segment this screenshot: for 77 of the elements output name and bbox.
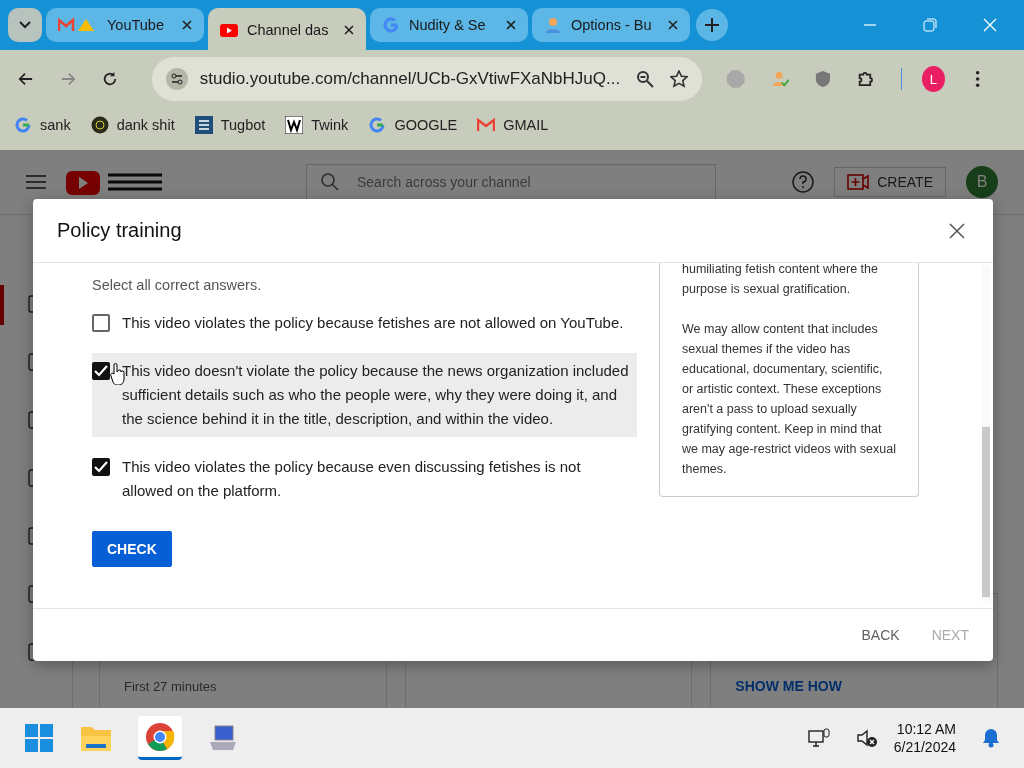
url-text: studio.youtube.com/channel/UCb-GxVtiwFXaNbHJuQ... [199, 69, 621, 89]
explanation-text: We may allow content that includes sexual themes if the video has educational, documentary, scientific, or artistic context. These exceptions aren't a pass to upload sexually gratifying content. Keep in mind that we may age-restrict videos with sexual themes. [682, 321, 896, 478]
bookmark[interactable]: GMAIL [477, 117, 549, 133]
circle-icon [90, 116, 109, 134]
instruction-text: Select all correct answers. [92, 277, 263, 293]
profile-avatar[interactable]: L [921, 66, 945, 92]
plus-icon [705, 18, 719, 32]
tab-title: Channel das [247, 22, 330, 38]
g-icon [368, 116, 387, 134]
checkbox[interactable] [92, 362, 110, 380]
menu-icon[interactable] [974, 69, 981, 89]
browser-tab[interactable]: Nudity & Se [370, 8, 528, 42]
bookmark[interactable]: Twink [285, 116, 349, 134]
address-bar[interactable]: studio.youtube.com/channel/UCb-GxVtiwFXaNbHJuQ... [151, 57, 703, 101]
g-icon [14, 116, 32, 134]
folder-icon[interactable] [80, 724, 112, 752]
clock-date: 6/21/2024 [893, 739, 956, 755]
browser-tab[interactable]: YouTube [46, 8, 204, 42]
search-icon [321, 173, 339, 191]
restore-icon[interactable] [923, 18, 937, 32]
clock-time: 10:12 AM [896, 721, 956, 737]
back-icon[interactable] [18, 70, 34, 88]
zoom-icon[interactable] [636, 70, 655, 88]
bookmark[interactable]: sank [14, 116, 71, 134]
start-icon[interactable] [24, 723, 54, 753]
browser-tab[interactable]: Options - Bu [532, 8, 690, 42]
answer-text: This video violates the policy because even discussing fetishes is not allowed on the platform. [122, 457, 582, 501]
w-icon [285, 116, 304, 134]
bell-icon[interactable] [982, 728, 1000, 748]
dialog-title: Policy training [57, 219, 182, 242]
person-icon [544, 16, 562, 34]
close-icon[interactable] [182, 20, 192, 30]
bookmark[interactable]: GOOGLE [368, 116, 458, 134]
close-icon[interactable] [506, 20, 516, 30]
checkbox[interactable] [92, 458, 110, 476]
g-icon [382, 16, 400, 34]
tab-title: Nudity & Se [409, 17, 487, 33]
browser-icon [145, 721, 175, 752]
answer-text: This video violates the policy because fetishes are not allowed on YouTube. [122, 313, 625, 333]
check-button[interactable]: CHECK [92, 531, 172, 567]
tab-search-button[interactable] [8, 8, 42, 42]
bookmark[interactable]: dank shit [90, 116, 175, 134]
taskbar-app[interactable] [138, 716, 182, 760]
checkbox[interactable] [92, 314, 110, 332]
close-icon[interactable] [668, 20, 678, 30]
reload-icon[interactable] [101, 70, 118, 88]
close-icon[interactable] [949, 222, 965, 239]
card-text: First 27 minutes [124, 679, 217, 694]
answer-text: This video doesn't violate the policy because the news organization included sufficient details such as who the people were, why they were doing it, and the science behind it in the title, description, and within the video. [122, 361, 630, 429]
explanation-text: humiliating fetish content where the purpose is sexual gratification. [682, 263, 879, 298]
puzzle-icon[interactable] [857, 69, 875, 89]
new-tab-button[interactable] [696, 9, 728, 41]
browser-tab[interactable]: Channel das [208, 8, 366, 52]
star-icon[interactable] [670, 70, 689, 88]
answer-row[interactable]: This video violates the policy because fetishes are not allowed on YouTube. [92, 305, 637, 341]
answer-row[interactable]: This video violates the policy because even discussing fetishes is not allowed on the platform. [92, 449, 637, 509]
site-settings-icon[interactable] [165, 68, 188, 90]
mail-icon [477, 118, 496, 132]
answer-row[interactable] [92, 353, 637, 437]
chevron-down-icon [19, 21, 31, 29]
create-button[interactable]: CREATE [834, 167, 946, 197]
tab-title: YouTube [107, 17, 165, 33]
network-icon[interactable] [807, 728, 830, 748]
muted-speaker-icon[interactable] [855, 728, 878, 748]
close-icon[interactable] [344, 25, 354, 35]
bookmark[interactable]: Tugbot [194, 116, 266, 134]
play-icon [220, 23, 238, 37]
computer-icon[interactable] [208, 724, 238, 752]
help-icon[interactable] [792, 171, 815, 193]
scroll-thumb[interactable] [982, 427, 990, 597]
square-icon [194, 116, 213, 134]
scrollbar[interactable] [982, 267, 990, 603]
person-check-icon[interactable] [771, 69, 790, 89]
video-add-icon [847, 174, 870, 190]
shield-icon[interactable] [815, 69, 832, 89]
tab-title: Options - Bu [571, 17, 653, 33]
footer-button[interactable]: BACK [853, 619, 908, 651]
